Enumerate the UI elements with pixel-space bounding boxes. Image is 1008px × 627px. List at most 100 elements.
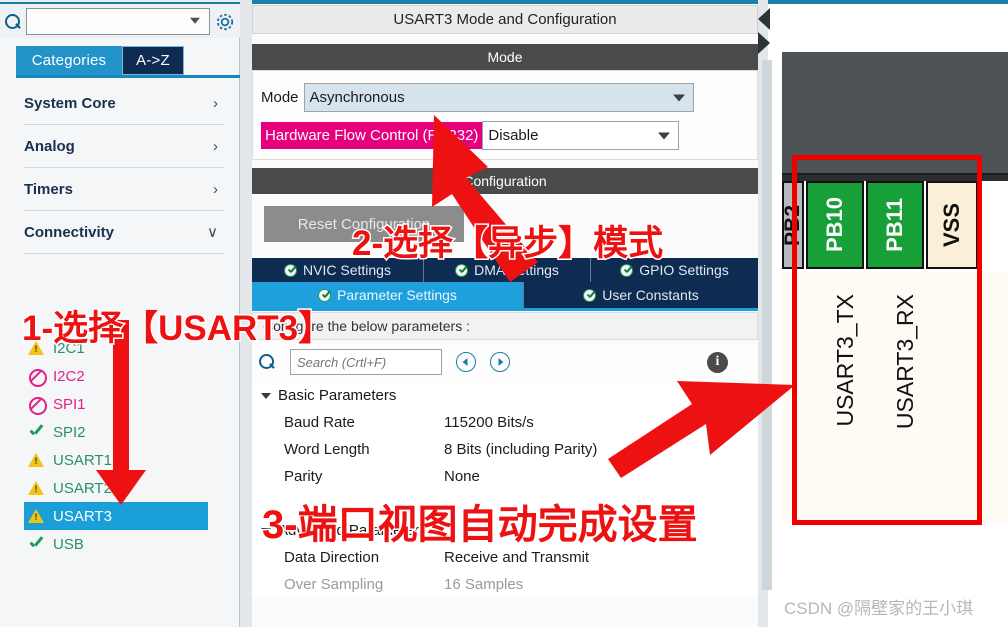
param-row-word-length[interactable]: Word Length 8 Bits (including Parity): [252, 436, 758, 463]
warning-icon: [28, 508, 45, 525]
vertical-scrollbar[interactable]: [762, 60, 772, 590]
check-circle-icon: [583, 288, 597, 302]
check-circle-icon: [455, 263, 469, 277]
pin-label: PB2: [781, 204, 804, 246]
chevron-down-icon: [658, 132, 671, 139]
pin-vss[interactable]: VSS: [926, 181, 978, 269]
pin-label: VSS: [939, 202, 964, 248]
list-item-usart2[interactable]: USART2: [24, 474, 208, 502]
disabled-icon: [28, 368, 47, 387]
pin-signal-labels: USART3_TX USART3_RX: [782, 272, 1008, 522]
parameter-search-box[interactable]: [290, 349, 442, 375]
pin-label: PB10: [822, 197, 847, 253]
search-icon: [258, 353, 276, 371]
peripheral-label: SPI2: [53, 423, 86, 441]
reset-configuration-button[interactable]: Reset Configuration: [264, 206, 464, 242]
parameter-search-input[interactable]: [295, 353, 441, 371]
pin-pb10[interactable]: PB10: [806, 181, 864, 269]
peripheral-label: USART3: [53, 507, 112, 525]
panel-collapse-controls: [756, 6, 778, 58]
category-label: Timers: [24, 180, 73, 198]
sidebar-item-connectivity[interactable]: Connectivity ∨: [24, 211, 224, 254]
tab-label: NVIC Settings: [303, 262, 391, 278]
category-label: Connectivity: [24, 223, 115, 241]
gear-icon[interactable]: [214, 11, 236, 33]
pin-pb2[interactable]: PB2: [781, 181, 804, 269]
mode-section-header: Mode: [252, 44, 758, 70]
configuration-panel: USART3 Mode and Configuration Mode Mode …: [240, 0, 768, 627]
list-item-usart1[interactable]: USART1: [24, 446, 208, 474]
pin-signal-usart3-rx: USART3_RX: [892, 294, 918, 430]
sidebar-tabs-underline: [16, 75, 240, 78]
next-icon[interactable]: [490, 352, 510, 372]
mode-field-row: Mode Asynchronous: [261, 83, 753, 112]
group-label: Advanced Parameters: [278, 522, 427, 539]
configure-hint: Configure the below parameters :: [252, 312, 758, 340]
group-advanced-parameters[interactable]: Advanced Parameters: [252, 517, 758, 544]
list-item-spi2[interactable]: SPI2: [24, 418, 208, 446]
sidebar-search-row: [0, 5, 240, 38]
param-row-baud-rate[interactable]: Baud Rate 115200 Bits/s: [252, 409, 758, 436]
tab-label: GPIO Settings: [639, 262, 729, 278]
chevron-right-icon: ›: [213, 137, 218, 155]
warning-icon: [28, 480, 45, 497]
chevron-down-icon: [260, 525, 272, 537]
peripheral-search-combobox[interactable]: [26, 8, 210, 35]
mode-value: Asynchronous: [309, 89, 405, 106]
sidebar-item-analog[interactable]: Analog ›: [24, 125, 224, 168]
tab-label: DMA Settings: [474, 262, 559, 278]
list-item-i2c1[interactable]: I2C1: [24, 334, 208, 362]
param-key: Word Length: [284, 441, 370, 458]
parameter-tree: Basic Parameters Baud Rate 115200 Bits/s…: [252, 382, 758, 597]
info-icon[interactable]: i: [707, 351, 728, 373]
check-circle-icon: [620, 263, 634, 277]
tab-label: User Constants: [602, 287, 699, 303]
param-key: Parity: [284, 468, 323, 485]
tabs-underline: [252, 308, 758, 311]
pin-pb11[interactable]: PB11: [866, 181, 924, 269]
category-list: System Core › Analog › Timers › Connecti…: [24, 82, 224, 254]
list-item-usart3[interactable]: USART3: [24, 502, 208, 530]
group-label: Basic Parameters: [278, 387, 397, 404]
list-item-usb[interactable]: USB: [24, 530, 208, 558]
collapse-left-icon[interactable]: [758, 8, 770, 30]
hardware-flow-control-label: Hardware Flow Control (RS232): [261, 122, 483, 149]
hardware-flow-control-dropdown[interactable]: Disable: [482, 121, 680, 150]
panel-left-gutter: [240, 0, 252, 627]
chevron-down-icon[interactable]: [190, 17, 201, 24]
sidebar-item-timers[interactable]: Timers ›: [24, 168, 224, 211]
param-value: 115200 Bits/s: [444, 414, 534, 431]
check-circle-icon: [318, 288, 332, 302]
tab-parameter-settings[interactable]: Parameter Settings: [252, 282, 524, 308]
param-value: 8 Bits (including Parity): [444, 441, 598, 458]
previous-icon[interactable]: [456, 352, 476, 372]
tab-a-to-z[interactable]: A->Z: [122, 46, 184, 75]
mode-dropdown[interactable]: Asynchronous: [303, 83, 694, 112]
sidebar-item-system-core[interactable]: System Core ›: [24, 82, 224, 125]
group-basic-parameters[interactable]: Basic Parameters: [252, 382, 758, 409]
tab-categories[interactable]: Categories: [16, 46, 122, 75]
chevron-right-icon: ›: [213, 94, 218, 112]
peripheral-search-input[interactable]: [30, 11, 180, 32]
pin-strip: PB2 PB10 PB11 VSS: [781, 181, 1008, 269]
peripheral-label: USART1: [53, 451, 112, 469]
param-value: None: [444, 468, 480, 485]
chip-package-body: [782, 52, 1008, 177]
page-title: USART3 Mode and Configuration: [252, 5, 758, 34]
chevron-down-icon: ∨: [207, 224, 218, 241]
list-item-spi1[interactable]: SPI1: [24, 390, 208, 418]
param-row-data-direction[interactable]: Data Direction Receive and Transmit: [252, 544, 758, 571]
collapse-right-icon[interactable]: [758, 32, 770, 54]
param-row-over-sampling[interactable]: Over Sampling 16 Samples: [252, 571, 758, 598]
list-item-i2c2[interactable]: I2C2: [24, 362, 208, 390]
chevron-down-icon: [260, 390, 272, 402]
peripheral-label: I2C1: [53, 339, 85, 357]
tab-gpio-settings[interactable]: GPIO Settings: [591, 258, 758, 282]
tab-user-constants[interactable]: User Constants: [524, 282, 758, 308]
tab-nvic-settings[interactable]: NVIC Settings: [252, 258, 424, 282]
pin-label: PB11: [882, 198, 907, 252]
search-icon: [4, 13, 22, 31]
param-row-parity[interactable]: Parity None: [252, 463, 758, 490]
check-circle-icon: [284, 263, 298, 277]
tab-dma-settings[interactable]: DMA Settings: [424, 258, 591, 282]
